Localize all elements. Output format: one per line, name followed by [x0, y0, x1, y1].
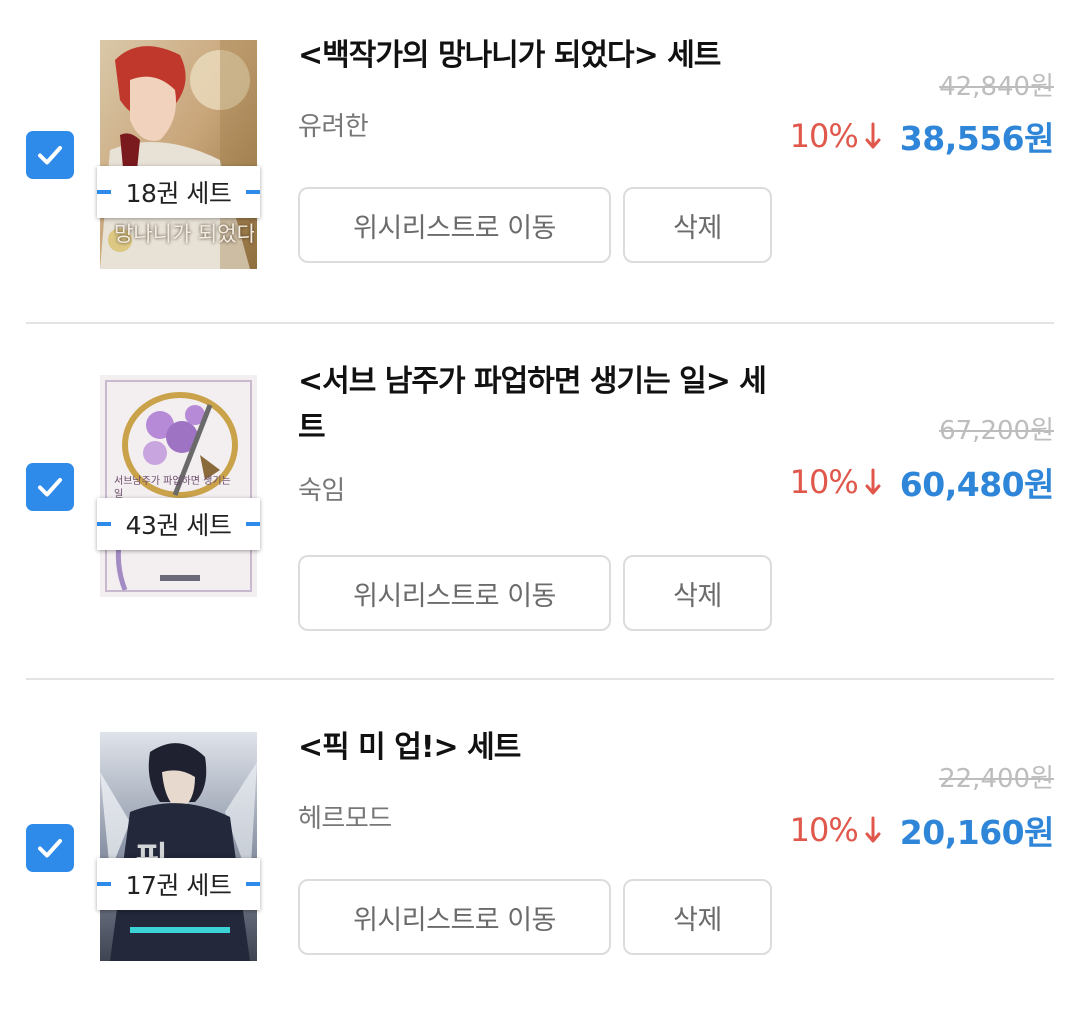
book-cover[interactable]: 망나니가 되었다 18권 세트 [97, 40, 260, 269]
item-author: 유려한 [298, 112, 369, 142]
check-icon [38, 839, 62, 858]
discount-rate: 10% [789, 463, 859, 501]
cart-item: 서브남주가 파업하면 생기는 일 43권 세트 <서브 남주가 파업하면 생기는… [0, 324, 1080, 678]
cart-item: 망나니가 되었다 18권 세트 <백작가의 망나니가 되었다> 세트 유려한 4… [0, 0, 1080, 322]
check-icon [38, 478, 62, 497]
down-arrow-icon [865, 122, 881, 149]
discount-rate: 10% [789, 117, 859, 155]
original-price: 42,840원 [939, 72, 1054, 102]
item-title[interactable]: <서브 남주가 파업하면 생기는 일> 세트 [298, 359, 768, 451]
volume-badge: 18권 세트 [97, 166, 260, 218]
volume-badge: 17권 세트 [97, 858, 260, 910]
item-author: 헤르모드 [298, 804, 392, 834]
delete-button[interactable]: 삭제 [623, 555, 772, 631]
delete-button[interactable]: 삭제 [623, 879, 772, 955]
discount-rate: 10% [789, 811, 859, 849]
price-row: 10% 20,160원 [789, 806, 1055, 854]
down-arrow-icon [865, 468, 881, 495]
item-checkbox[interactable] [26, 463, 74, 511]
delete-button[interactable]: 삭제 [623, 187, 772, 263]
original-price: 22,400원 [939, 764, 1054, 794]
sale-price: 38,556원 [899, 119, 1055, 158]
original-price: 67,200원 [939, 416, 1054, 446]
volume-badge: 43권 세트 [97, 498, 260, 550]
item-checkbox[interactable] [26, 131, 74, 179]
move-to-wishlist-button[interactable]: 위시리스트로 이동 [298, 555, 611, 631]
check-icon [38, 146, 62, 165]
item-checkbox[interactable] [26, 824, 74, 872]
move-to-wishlist-button[interactable]: 위시리스트로 이동 [298, 879, 611, 955]
price-row: 10% 38,556원 [789, 112, 1055, 160]
sale-price: 20,160원 [899, 813, 1055, 852]
sale-price: 60,480원 [899, 465, 1055, 504]
price-row: 10% 60,480원 [789, 458, 1055, 506]
book-cover[interactable]: 서브남주가 파업하면 생기는 일 43권 세트 [97, 375, 260, 597]
down-arrow-icon [865, 816, 881, 843]
cart-item: 픽 17권 세트 <픽 미 업!> 세트 헤르모드 22,400원 10% 20… [0, 680, 1080, 1011]
item-title[interactable]: <픽 미 업!> 세트 [298, 725, 768, 771]
book-cover[interactable]: 픽 17권 세트 [97, 732, 260, 961]
item-author: 숙임 [298, 476, 345, 506]
item-title[interactable]: <백작가의 망나니가 되었다> 세트 [298, 33, 768, 79]
move-to-wishlist-button[interactable]: 위시리스트로 이동 [298, 187, 611, 263]
cover-title-text: 망나니가 되었다 [114, 222, 254, 246]
